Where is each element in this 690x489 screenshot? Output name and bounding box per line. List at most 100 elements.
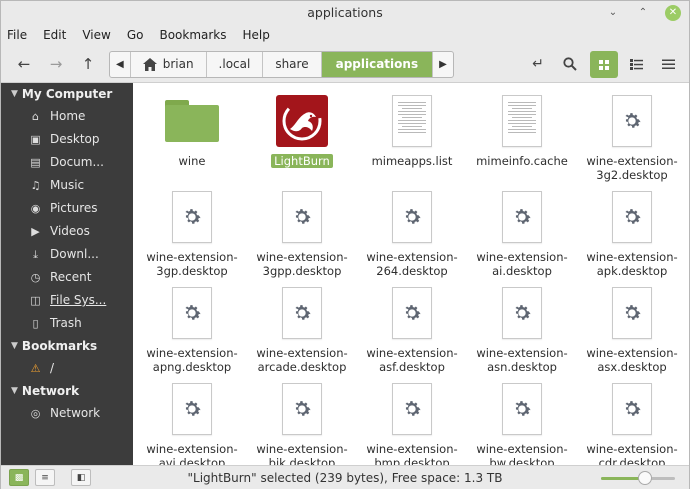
desktop-file-gear-icon	[612, 287, 652, 339]
file-name: wine-extension-3gp.desktop	[146, 250, 238, 278]
desktop-file-gear-icon	[502, 287, 542, 339]
breadcrumb-share[interactable]: share	[263, 52, 322, 77]
file-item[interactable]: mimeapps.list	[357, 91, 467, 168]
video-icon: ▶	[31, 225, 40, 238]
file-item[interactable]: wine-extension-bik.desktop	[247, 379, 357, 465]
breadcrumb-local[interactable]: .local	[207, 52, 264, 77]
sidebar-item-home[interactable]: ⌂ Home	[1, 105, 133, 128]
window-title: applications	[307, 5, 383, 20]
menu-file[interactable]: File	[7, 28, 27, 42]
desktop-file-gear-icon	[612, 95, 652, 147]
file-thumbnail	[467, 283, 577, 343]
sidebar-item-file-system[interactable]: ◫ File Sys...	[1, 289, 133, 312]
breadcrumb-applications[interactable]: applications	[321, 52, 434, 77]
file-thumbnail	[137, 379, 247, 439]
close-icon[interactable]: ✕	[665, 5, 681, 21]
file-item[interactable]: wine-extension-264.desktop	[357, 187, 467, 278]
file-item[interactable]: LightBurn	[247, 91, 357, 168]
file-thumbnail	[577, 187, 687, 247]
desktop-file-gear-icon	[612, 191, 652, 243]
desktop-file-gear-icon	[172, 383, 212, 435]
file-thumbnail	[357, 187, 467, 247]
desktop-file-gear-icon	[392, 287, 432, 339]
trash-icon: ▯	[32, 317, 39, 330]
menu-go[interactable]: Go	[127, 28, 144, 42]
sidebar-item-desktop[interactable]: ▣ Desktop	[1, 128, 133, 151]
search-icon[interactable]	[559, 54, 581, 74]
file-item[interactable]: wine-extension-arcade.desktop	[247, 283, 357, 374]
sidebar-section-title: Bookmarks	[21, 339, 98, 353]
file-item[interactable]: wine-extension-bmp.desktop	[357, 379, 467, 465]
file-item[interactable]: wine-extension-avi.desktop	[137, 379, 247, 465]
sidebar-item-label: Recent	[50, 270, 92, 284]
list-icon	[629, 59, 643, 70]
icon-view-button[interactable]	[590, 51, 618, 78]
sidebar-item-label: /	[50, 361, 55, 375]
sidebar-item-label: Downl...	[50, 247, 99, 261]
menu-view[interactable]: View	[82, 28, 110, 42]
breadcrumb-label: .local	[218, 57, 251, 71]
file-item[interactable]: wine-extension-3gp.desktop	[137, 187, 247, 278]
file-item[interactable]: wine-extension-3gpp.desktop	[247, 187, 357, 278]
menu-edit[interactable]: Edit	[43, 28, 66, 42]
file-thumbnail	[137, 283, 247, 343]
sidebar-item-recent[interactable]: ◷ Recent	[1, 266, 133, 289]
text-file-icon	[392, 95, 432, 147]
sidebar-item-downloads[interactable]: ⤓ Downl...	[1, 243, 133, 266]
file-item[interactable]: mimeinfo.cache	[467, 91, 577, 168]
folder-icon	[165, 100, 219, 142]
file-thumbnail	[247, 187, 357, 247]
breadcrumb-home[interactable]: brian	[131, 52, 207, 77]
file-item[interactable]: wine-extension-apng.desktop	[137, 283, 247, 374]
breadcrumb-label: applications	[335, 57, 419, 71]
file-item[interactable]: wine	[137, 91, 247, 168]
file-item[interactable]: wine-extension-3g2.desktop	[577, 91, 687, 182]
file-item[interactable]: wine-extension-asf.desktop	[357, 283, 467, 374]
file-item[interactable]: wine-extension-asx.desktop	[577, 283, 687, 374]
sidebar-item-label: Docum...	[50, 155, 104, 169]
file-item[interactable]: wine-extension-cdr.desktop	[577, 379, 687, 465]
sidebar-section-network[interactable]: ▼ Network	[1, 380, 133, 402]
desktop-file-gear-icon	[282, 383, 322, 435]
desktop-file-gear-icon	[392, 383, 432, 435]
breadcrumb-right-arrow-icon[interactable]: ▶	[433, 52, 453, 77]
minimize-icon[interactable]: ⌄	[605, 5, 621, 21]
back-arrow-icon[interactable]: ←	[13, 54, 35, 74]
file-name: wine-extension-bik.desktop	[256, 442, 348, 465]
camera-icon: ◉	[30, 202, 41, 215]
breadcrumb-left-arrow-icon[interactable]: ◀	[110, 52, 131, 77]
file-name: wine-extension-bw.desktop	[476, 442, 568, 465]
up-arrow-icon[interactable]: ↑	[77, 54, 99, 74]
compact-list-icon	[661, 59, 675, 69]
file-item[interactable]: wine-extension-asn.desktop	[467, 283, 577, 374]
sidebar-section-my-computer[interactable]: ▼ My Computer	[1, 83, 133, 105]
toggle-location-icon[interactable]: ↵	[527, 54, 549, 74]
menu-bookmarks[interactable]: Bookmarks	[159, 28, 226, 42]
sidebar-item-root[interactable]: ⚠ /	[1, 357, 133, 380]
file-manager-window: applications ⌄ ⌃ ✕ File Edit View Go Boo…	[0, 0, 690, 489]
sidebar-item-network[interactable]: ◎ Network	[1, 402, 133, 425]
menu-help[interactable]: Help	[243, 28, 270, 42]
sidebar-item-label: Network	[50, 406, 101, 420]
download-icon: ⤓	[33, 248, 38, 261]
sidebar-item-music[interactable]: ♫ Music	[1, 174, 133, 197]
file-thumbnail	[577, 379, 687, 439]
file-thumbnail	[137, 187, 247, 247]
list-view-button[interactable]	[622, 51, 650, 78]
sidebar-item-trash[interactable]: ▯ Trash	[1, 312, 133, 335]
sidebar-section-bookmarks[interactable]: ▼ Bookmarks	[1, 335, 133, 357]
title-bar: applications ⌄ ⌃ ✕	[1, 1, 689, 25]
maximize-icon[interactable]: ⌃	[635, 5, 651, 21]
sidebar-item-videos[interactable]: ▶ Videos	[1, 220, 133, 243]
file-item[interactable]: wine-extension-apk.desktop	[577, 187, 687, 278]
file-item[interactable]: wine-extension-ai.desktop	[467, 187, 577, 278]
sidebar-item-documents[interactable]: ▤ Docum...	[1, 151, 133, 174]
file-item[interactable]: wine-extension-bw.desktop	[467, 379, 577, 465]
desktop-file-gear-icon	[282, 191, 322, 243]
zoom-slider[interactable]	[601, 471, 675, 485]
compact-view-button[interactable]	[654, 51, 682, 78]
sidebar-item-pictures[interactable]: ◉ Pictures	[1, 197, 133, 220]
desktop-file-gear-icon	[502, 383, 542, 435]
forward-arrow-icon[interactable]: →	[45, 54, 67, 74]
file-name: mimeapps.list	[371, 154, 453, 168]
